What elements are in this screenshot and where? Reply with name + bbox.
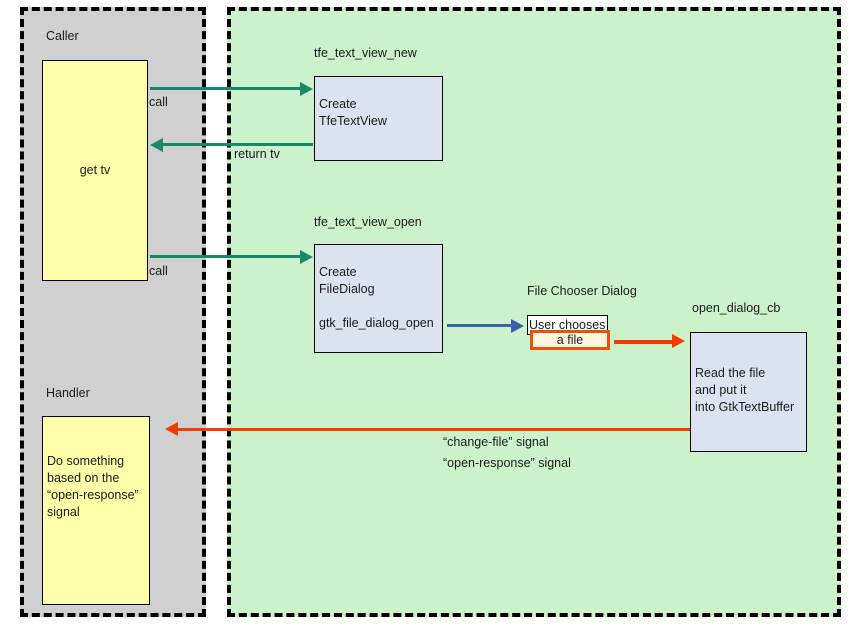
handler-region-label: Handler xyxy=(46,386,90,400)
arrow-label-return-tv: return tv xyxy=(234,147,280,161)
box-get-tv: get tv xyxy=(42,60,148,281)
open-dialog-arrow-line xyxy=(447,324,513,327)
caller-region-label: Caller xyxy=(46,29,79,43)
call-arrow-2-line xyxy=(150,255,302,258)
arrow-label-call-2: call xyxy=(149,264,168,278)
box-handler-action: Do something based on the “open-response… xyxy=(42,416,150,605)
caption-tfe-text-view-open: tfe_text_view_open xyxy=(314,215,422,229)
arrow-label-signals: “change-file” signal “open-response” sig… xyxy=(443,435,571,470)
box-spacer xyxy=(319,298,442,315)
box-create-filedialog-text: Create FileDialog xyxy=(319,265,375,296)
call-arrow-1-head-icon xyxy=(300,81,313,96)
diagram-canvas: Caller Handler tfe_text_view_new tfe_tex… xyxy=(0,0,849,642)
signal-arrow-line xyxy=(178,428,690,431)
signal-arrow-head-icon xyxy=(165,421,178,436)
caption-file-chooser-dialog: File Chooser Dialog xyxy=(527,284,637,298)
call-arrow-2-head-icon xyxy=(300,249,313,264)
box-a-file: a file xyxy=(530,330,610,350)
chosen-file-arrow-head-icon xyxy=(672,333,685,348)
call-arrow-1-line xyxy=(150,87,302,90)
box-read-file: Read the file and put it into GtkTextBuf… xyxy=(690,332,807,452)
return-arrow-line xyxy=(163,143,313,146)
chosen-file-arrow-line xyxy=(614,340,674,344)
box-create-tfetextview: Create TfeTextView xyxy=(314,76,443,161)
caption-open-dialog-cb: open_dialog_cb xyxy=(692,301,781,315)
arrow-label-call-1: call xyxy=(149,95,168,109)
box-create-filedialog: Create FileDialog gtk_file_dialog_open xyxy=(314,244,443,353)
box-gtk-file-dialog-open-text: gtk_file_dialog_open xyxy=(319,316,434,330)
return-arrow-head-icon xyxy=(150,137,163,152)
open-dialog-arrow-head-icon xyxy=(511,318,524,333)
caption-tfe-text-view-new: tfe_text_view_new xyxy=(314,46,417,60)
